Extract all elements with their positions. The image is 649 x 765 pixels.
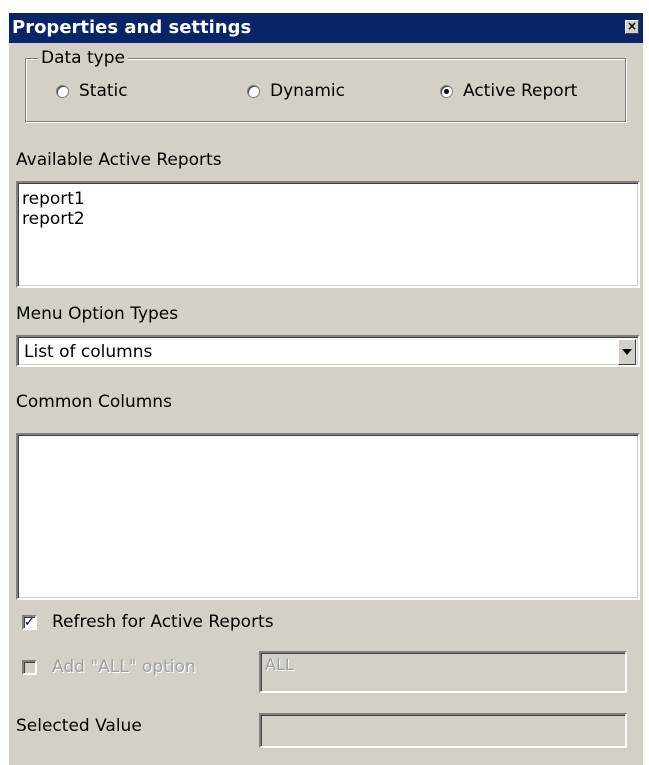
menu-option-types-label: Menu Option Types: [16, 304, 179, 324]
radio-static-circle[interactable]: [56, 84, 69, 98]
radio-dynamic[interactable]: Dynamic: [247, 81, 345, 101]
panel-title: Properties and settings: [12, 17, 252, 38]
radio-static-label: Static: [79, 81, 128, 101]
common-columns-label: Common Columns: [16, 392, 172, 412]
radio-active-report[interactable]: Active Report: [440, 81, 577, 101]
radio-static[interactable]: Static: [56, 81, 128, 101]
data-type-group: Data type Static Dynamic Active Report: [25, 47, 626, 122]
selected-value-field[interactable]: [259, 713, 627, 748]
refresh-checkbox[interactable]: ✓: [22, 615, 37, 630]
add-all-value-field[interactable]: ALL: [259, 651, 627, 693]
available-reports-list[interactable]: report1 report2: [16, 181, 640, 288]
checkmark-icon: ✓: [24, 615, 35, 630]
common-columns-list[interactable]: [16, 433, 640, 600]
close-icon: ×: [626, 19, 638, 33]
list-item[interactable]: report2: [18, 209, 638, 229]
add-all-label: Add "ALL" option: [52, 657, 196, 677]
radio-active-report-circle[interactable]: [440, 84, 453, 98]
properties-panel: Properties and settings × Data type Stat…: [9, 13, 643, 765]
menu-option-types-select[interactable]: List of columns: [16, 335, 640, 367]
selected-value-label: Selected Value: [16, 716, 142, 736]
add-all-value: ALL: [265, 655, 294, 674]
refresh-label: Refresh for Active Reports: [52, 612, 274, 632]
list-item[interactable]: report1: [18, 189, 638, 209]
radio-dynamic-circle[interactable]: [247, 84, 260, 98]
menu-option-types-value: List of columns: [24, 342, 153, 362]
radio-selected-dot: [444, 88, 449, 94]
title-bar: Properties and settings ×: [9, 13, 643, 43]
available-reports-label: Available Active Reports: [16, 150, 222, 170]
data-type-legend: Data type: [38, 47, 128, 69]
radio-dynamic-label: Dynamic: [270, 81, 345, 101]
dropdown-button[interactable]: [618, 339, 636, 365]
close-button[interactable]: ×: [625, 20, 639, 34]
add-all-checkbox[interactable]: [22, 660, 37, 675]
radio-active-report-label: Active Report: [463, 81, 578, 101]
chevron-down-icon: [622, 349, 632, 355]
